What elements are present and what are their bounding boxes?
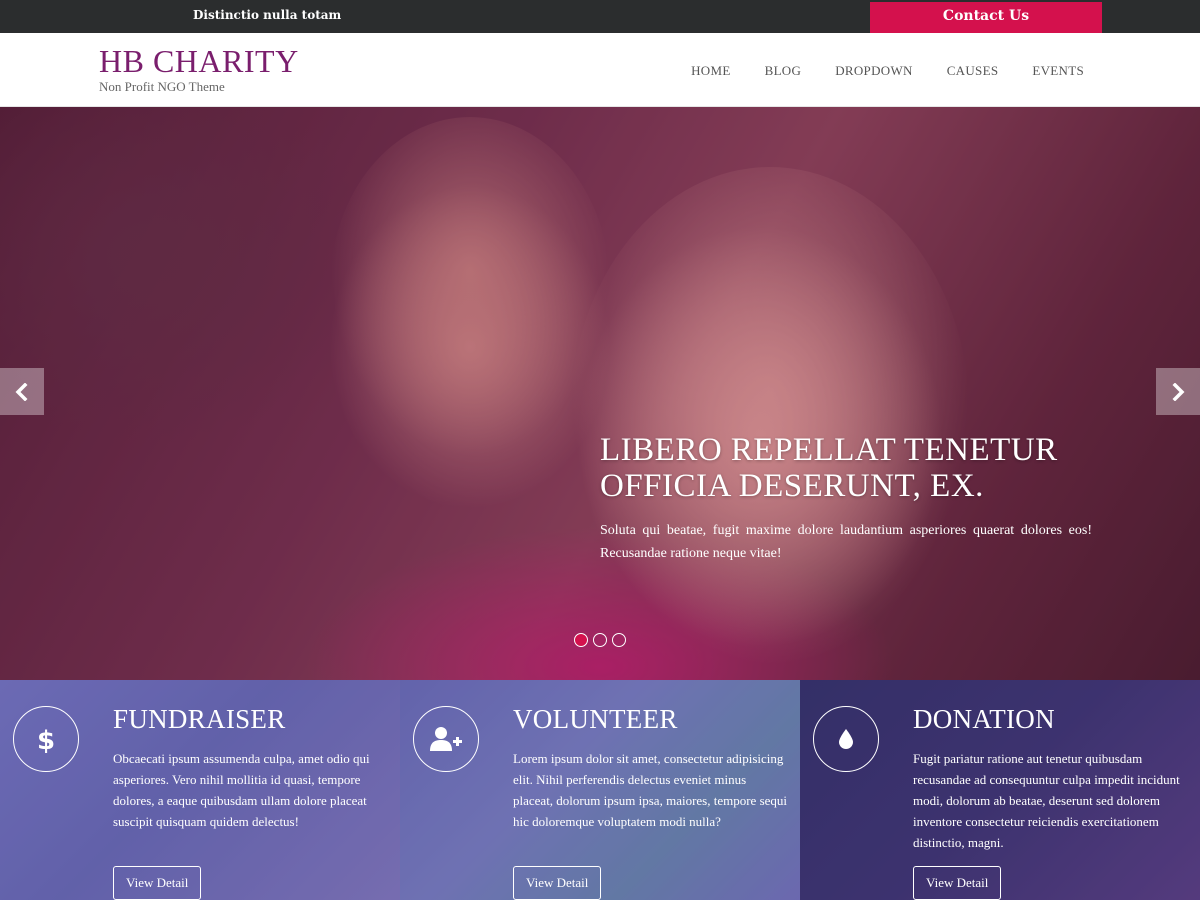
feature-title: FUNDRAISER — [113, 704, 286, 734]
feature-fundraiser: $ FUNDRAISER Obcaecati ipsum assumenda c… — [0, 680, 400, 900]
slider-dot-3[interactable] — [612, 633, 626, 647]
site-header: HB CHARITY Non Profit NGO Theme HOME BLO… — [0, 33, 1200, 107]
slider-next-button[interactable] — [1156, 368, 1200, 415]
slider-dots — [574, 633, 626, 647]
slider-prev-button[interactable] — [0, 368, 44, 415]
top-bar-tagline: Distinctio nulla totam — [193, 8, 342, 22]
feature-text: Fugit pariatur ratione aut tenetur quibu… — [913, 751, 1180, 850]
nav-item-causes[interactable]: CAUSES — [947, 63, 999, 79]
nav-item-events[interactable]: EVENTS — [1032, 63, 1084, 79]
drop-icon — [839, 729, 853, 749]
hero-text: Soluta qui beatae, fugit maxime dolore l… — [600, 523, 1092, 561]
main-nav: HOME BLOG DROPDOWN CAUSES EVENTS — [691, 63, 1084, 79]
dollar-icon: $ — [37, 726, 55, 754]
hero-title: LIBERO REPELLAT TENETUR OFFICIA DESERUNT… — [600, 432, 1120, 504]
slider-dot-1[interactable] — [574, 633, 588, 647]
hero-title-line-2: OFFICIA DESERUNT, EX. — [600, 468, 984, 504]
view-detail-button[interactable]: View Detail — [113, 866, 202, 900]
feature-title: DONATION — [913, 704, 1055, 734]
hero-slider: LIBERO REPELLAT TENETUR OFFICIA DESERUNT… — [0, 107, 1200, 680]
add-user-icon — [430, 727, 462, 751]
chevron-left-icon — [15, 382, 28, 401]
nav-item-dropdown[interactable]: DROPDOWN — [835, 63, 913, 79]
view-detail-button[interactable]: View Detail — [513, 866, 602, 900]
feature-volunteer: VOLUNTEER Lorem ipsum dolor sit amet, co… — [400, 680, 800, 900]
feature-title: VOLUNTEER — [513, 704, 678, 734]
chevron-right-icon — [1172, 382, 1185, 401]
site-logo-subtitle: Non Profit NGO Theme — [99, 79, 225, 94]
slider-dot-2[interactable] — [593, 633, 607, 647]
feature-icon-circle: $ — [13, 706, 79, 772]
nav-item-blog[interactable]: BLOG — [765, 63, 802, 79]
nav-item-home[interactable]: HOME — [691, 63, 730, 79]
view-detail-button[interactable]: View Detail — [913, 866, 1002, 900]
top-bar: Distinctio nulla totam Contact Us — [0, 0, 1200, 33]
feature-icon-circle — [413, 706, 479, 772]
feature-text: Obcaecati ipsum assumenda culpa, amet od… — [113, 751, 370, 829]
hero-title-line-1: LIBERO REPELLAT TENETUR — [600, 432, 1058, 468]
feature-donation: DONATION Fugit pariatur ratione aut tene… — [800, 680, 1200, 900]
feature-icon-circle — [813, 706, 879, 772]
feature-boxes: $ FUNDRAISER Obcaecati ipsum assumenda c… — [0, 680, 1200, 900]
feature-text: Lorem ipsum dolor sit amet, consectetur … — [513, 751, 788, 829]
contact-us-button[interactable]: Contact Us — [870, 2, 1102, 33]
hero-overlay — [0, 107, 1200, 680]
svg-text:$: $ — [37, 726, 55, 754]
site-logo-title[interactable]: HB CHARITY — [99, 43, 299, 80]
